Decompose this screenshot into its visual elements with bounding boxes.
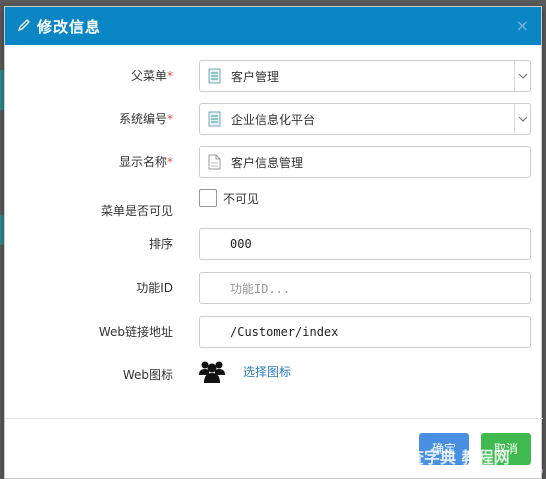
- web-url-label: Web链接地址: [98, 325, 173, 339]
- function-id-placeholder: 功能ID...: [230, 281, 291, 296]
- close-icon[interactable]: ×: [516, 16, 529, 35]
- system-code-value: 企业信息化平台: [231, 112, 316, 127]
- sort-input[interactable]: 000: [199, 228, 531, 260]
- display-name-row: 显示名称* 客户信息管理: [5, 146, 543, 178]
- watermark-url: jiaocheng.chazidian.com: [444, 466, 544, 475]
- chevron-down-icon[interactable]: [514, 104, 530, 134]
- display-name-input[interactable]: 客户信息管理: [199, 146, 531, 178]
- function-id-input[interactable]: 功能ID...: [199, 272, 531, 304]
- sort-label: 排序: [148, 237, 173, 251]
- parent-menu-label: 父菜单*: [130, 69, 173, 83]
- pencil-icon: [17, 18, 31, 35]
- function-id-label: 功能ID: [136, 281, 173, 295]
- web-url-row: Web链接地址 /Customer/index: [5, 316, 543, 348]
- display-name-label: 显示名称*: [118, 155, 173, 169]
- parent-menu-select[interactable]: 客户管理: [199, 60, 531, 92]
- document-icon: [208, 111, 221, 127]
- parent-menu-value: 客户管理: [231, 69, 280, 84]
- function-id-row: 功能ID 功能ID...: [5, 272, 543, 304]
- sort-row: 排序 000: [5, 228, 543, 260]
- choose-icon-link[interactable]: 选择图标: [243, 363, 291, 380]
- visible-option-label: 不可见: [223, 192, 260, 206]
- system-code-label: 系统编号*: [118, 112, 173, 126]
- watermark-text: 查字典 教程网: [408, 448, 510, 467]
- visible-label: 菜单是否可见: [100, 204, 173, 218]
- web-url-value: /Customer/index: [230, 325, 339, 339]
- chevron-down-icon[interactable]: [514, 61, 530, 91]
- system-code-row: 系统编号* 企业信息化平台: [5, 103, 543, 135]
- dialog-header: 修改信息 ×: [5, 7, 541, 45]
- parent-menu-row: 父菜单* 客户管理: [5, 60, 543, 92]
- users-icon: [199, 359, 225, 386]
- footer-divider: [5, 418, 543, 419]
- visible-row: 菜单是否可见 不可见: [5, 189, 543, 221]
- system-code-select[interactable]: 企业信息化平台: [199, 103, 531, 135]
- document-icon: [208, 68, 221, 84]
- sort-value: 000: [230, 237, 252, 251]
- web-url-input[interactable]: /Customer/index: [199, 316, 531, 348]
- file-icon: [208, 154, 221, 170]
- visible-checkbox[interactable]: [199, 189, 217, 207]
- display-name-value: 客户信息管理: [231, 155, 304, 170]
- web-icon-label: Web图标: [122, 368, 173, 382]
- edit-dialog: 修改信息 × 父菜单* 客户管理 系统编号* 企业信息化平台 显示名称* 客户信…: [4, 6, 543, 479]
- dialog-title: 修改信息: [37, 17, 102, 36]
- web-icon-row: Web图标 选择图标: [5, 359, 543, 391]
